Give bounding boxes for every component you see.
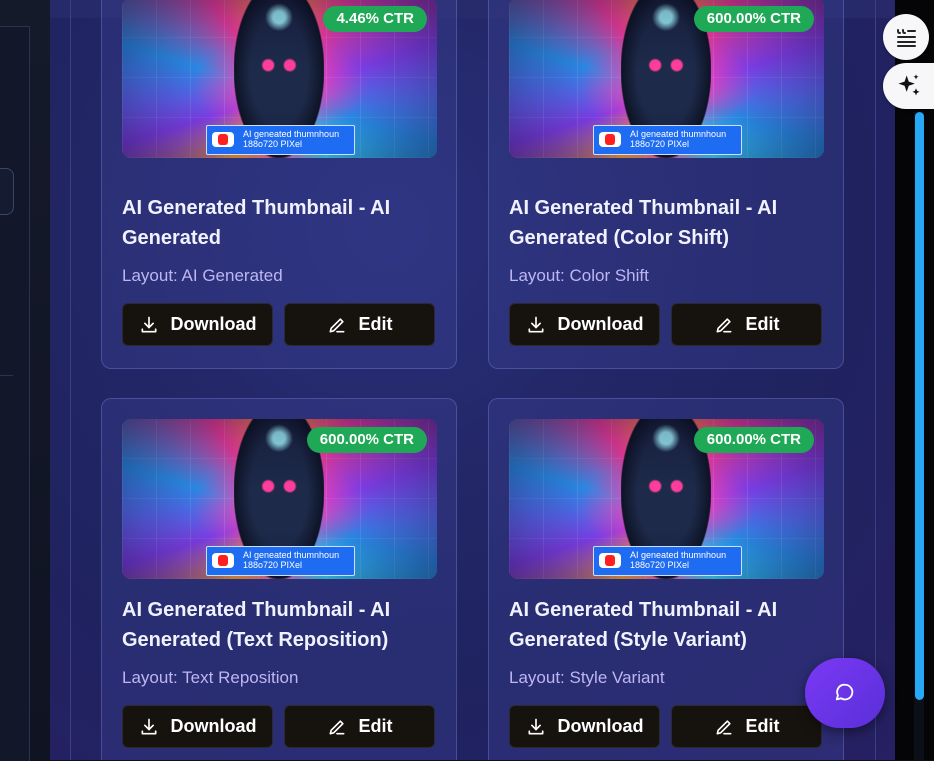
- card-title: AI Generated Thumbnail - AI Generated (S…: [509, 599, 778, 651]
- ai-sparkle-button[interactable]: [883, 63, 934, 109]
- quote-list-icon: [897, 29, 916, 47]
- edit-button[interactable]: Edit: [284, 303, 435, 346]
- thumbnail-image[interactable]: 4.46% CTR AI geneated thumnhoun 188o720 …: [122, 0, 437, 158]
- thumbnail-image[interactable]: 600.00% CTR AI geneated thumnhoun 188o72…: [122, 419, 437, 579]
- sparkle-icon: [898, 74, 919, 96]
- sidebar-collapse-tab[interactable]: [0, 168, 14, 215]
- youtube-logo-icon: [599, 553, 621, 568]
- edit-button[interactable]: Edit: [671, 705, 822, 748]
- youtube-caption-bar: AI geneated thumnhoun 188o720 PIXel: [206, 546, 355, 576]
- sidebar-panel: [0, 26, 30, 761]
- chat-button[interactable]: [805, 658, 885, 728]
- edit-button[interactable]: Edit: [671, 303, 822, 346]
- chat-bubble-icon: [835, 683, 854, 701]
- thumbnail-card: 600.00% CTR AI geneated thumnhoun 188o72…: [101, 398, 457, 760]
- download-button[interactable]: Download: [509, 303, 660, 346]
- results-panel: 4.46% CTR AI geneated thumnhoun 188o720 …: [50, 0, 895, 760]
- thumbnail-card: 4.46% CTR AI geneated thumnhoun 188o720 …: [101, 0, 457, 369]
- sidebar-divider: [0, 375, 13, 376]
- download-button[interactable]: Download: [122, 303, 273, 346]
- download-button[interactable]: Download: [122, 705, 273, 748]
- youtube-caption-bar: AI geneated thumnhoun 188o720 PIXel: [206, 125, 355, 155]
- card-title: AI Generated Thumbnail - AI Generated: [122, 197, 391, 249]
- ctr-badge: 4.46% CTR: [323, 6, 427, 32]
- youtube-logo-icon: [212, 132, 234, 147]
- card-title: AI Generated Thumbnail - AI Generated (C…: [509, 197, 778, 249]
- left-sidebar: [0, 0, 51, 761]
- edit-button[interactable]: Edit: [284, 705, 435, 748]
- download-icon: [141, 718, 156, 734]
- layout-label: Layout: AI Generated: [122, 266, 283, 285]
- pencil-icon: [329, 719, 344, 734]
- layout-label: Layout: Color Shift: [509, 266, 649, 285]
- thumbnail-image[interactable]: 600.00% CTR AI geneated thumnhoun 188o72…: [509, 0, 824, 158]
- ctr-badge: 600.00% CTR: [693, 6, 814, 32]
- download-icon: [528, 316, 543, 332]
- thumbnail-card: 600.00% CTR AI geneated thumnhoun 188o72…: [488, 398, 844, 760]
- pencil-icon: [716, 317, 731, 332]
- youtube-caption-bar: AI geneated thumnhoun 188o720 PIXel: [593, 125, 742, 155]
- layout-label: Layout: Text Reposition: [122, 668, 299, 687]
- pencil-icon: [716, 719, 731, 734]
- thumbnail-image[interactable]: 600.00% CTR AI geneated thumnhoun 188o72…: [509, 419, 824, 579]
- pencil-icon: [329, 317, 344, 332]
- download-icon: [528, 718, 543, 734]
- scrollbar-thumb[interactable]: [915, 112, 924, 700]
- youtube-logo-icon: [212, 553, 234, 568]
- download-icon: [141, 316, 156, 332]
- card-title: AI Generated Thumbnail - AI Generated (T…: [122, 599, 391, 651]
- layout-label: Layout: Style Variant: [509, 668, 665, 687]
- youtube-caption-bar: AI geneated thumnhoun 188o720 PIXel: [593, 546, 742, 576]
- download-button[interactable]: Download: [509, 705, 660, 748]
- ctr-badge: 600.00% CTR: [306, 427, 427, 453]
- thumbnail-card: 600.00% CTR AI geneated thumnhoun 188o72…: [488, 0, 844, 369]
- quote-tool-button[interactable]: [883, 14, 929, 60]
- youtube-logo-icon: [599, 132, 621, 147]
- ctr-badge: 600.00% CTR: [693, 427, 814, 453]
